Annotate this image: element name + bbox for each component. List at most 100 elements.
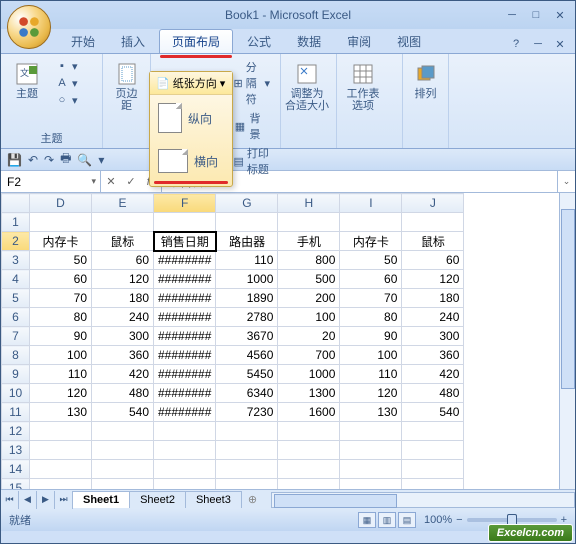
cell-G2[interactable]: 路由器 xyxy=(216,232,278,251)
cell-D2[interactable]: 内存卡 xyxy=(30,232,92,251)
cell-H11[interactable]: 1600 xyxy=(278,403,340,422)
cell-I1[interactable] xyxy=(340,213,402,232)
cell-F8[interactable]: ######## xyxy=(154,346,216,365)
tab-view[interactable]: 视图 xyxy=(385,30,433,53)
sheet-tab-2[interactable]: Sheet2 xyxy=(129,491,186,508)
col-header-E[interactable]: E xyxy=(92,194,154,213)
cell-I8[interactable]: 100 xyxy=(340,346,402,365)
cell-D1[interactable] xyxy=(30,213,92,232)
cell-H8[interactable]: 700 xyxy=(278,346,340,365)
scale-to-fit-button[interactable]: 调整为 合适大小 xyxy=(287,58,327,145)
select-all[interactable] xyxy=(2,194,30,213)
qat-save[interactable]: 💾 xyxy=(7,153,22,167)
cell-G12[interactable] xyxy=(216,422,278,441)
cell-G10[interactable]: 6340 xyxy=(216,384,278,403)
cell-H10[interactable]: 1300 xyxy=(278,384,340,403)
fx-accept[interactable]: ✓ xyxy=(121,171,141,192)
name-box[interactable]: F2 xyxy=(1,171,101,192)
cell-J8[interactable]: 360 xyxy=(402,346,464,365)
qat-print[interactable]: 🖶 xyxy=(60,149,71,170)
cell-I4[interactable]: 60 xyxy=(340,270,402,289)
cell-F1[interactable] xyxy=(154,213,216,232)
cell-F12[interactable] xyxy=(154,422,216,441)
zoom-level[interactable]: 100% xyxy=(424,514,452,526)
orientation-landscape[interactable]: 横向 xyxy=(150,141,232,181)
cell-G7[interactable]: 3670 xyxy=(216,327,278,346)
cell-H7[interactable]: 20 xyxy=(278,327,340,346)
qat-more[interactable]: ▾ xyxy=(98,153,104,167)
cell-H14[interactable] xyxy=(278,460,340,479)
cell-D3[interactable]: 50 xyxy=(30,251,92,270)
cell-I3[interactable]: 50 xyxy=(340,251,402,270)
ribbon-min-button[interactable]: ─ xyxy=(529,35,547,53)
cell-I7[interactable]: 90 xyxy=(340,327,402,346)
sheet-nav-prev[interactable]: ◀ xyxy=(19,491,37,509)
cell-E5[interactable]: 180 xyxy=(92,289,154,308)
sheet-tab-1[interactable]: Sheet1 xyxy=(72,491,130,508)
view-layout[interactable]: ▥ xyxy=(378,512,396,528)
sheet-nav-last[interactable]: ⏭ xyxy=(55,491,73,509)
cell-E3[interactable]: 60 xyxy=(92,251,154,270)
row-header-10[interactable]: 10 xyxy=(2,384,30,403)
zoom-out[interactable]: − xyxy=(456,514,462,526)
cell-J12[interactable] xyxy=(402,422,464,441)
cell-H13[interactable] xyxy=(278,441,340,460)
sheet-insert[interactable]: ⊕ xyxy=(242,493,263,506)
cell-H6[interactable]: 100 xyxy=(278,308,340,327)
cell-E11[interactable]: 540 xyxy=(92,403,154,422)
cell-H2[interactable]: 手机 xyxy=(278,232,340,251)
row-header-11[interactable]: 11 xyxy=(2,403,30,422)
sheet-nav-first[interactable]: ⏮ xyxy=(1,491,19,509)
cell-G11[interactable]: 7230 xyxy=(216,403,278,422)
tab-insert[interactable]: 插入 xyxy=(109,30,157,53)
office-button[interactable] xyxy=(7,5,51,49)
cell-E13[interactable] xyxy=(92,441,154,460)
cell-D9[interactable]: 110 xyxy=(30,365,92,384)
row-header-1[interactable]: 1 xyxy=(2,213,30,232)
cell-J3[interactable]: 60 xyxy=(402,251,464,270)
cell-E7[interactable]: 300 xyxy=(92,327,154,346)
cell-F11[interactable]: ######## xyxy=(154,403,216,422)
tab-data[interactable]: 数据 xyxy=(285,30,333,53)
row-header-6[interactable]: 6 xyxy=(2,308,30,327)
ribbon-close-button[interactable]: ✕ xyxy=(551,35,569,53)
cell-I12[interactable] xyxy=(340,422,402,441)
cell-F5[interactable]: ######## xyxy=(154,289,216,308)
cell-G8[interactable]: 4560 xyxy=(216,346,278,365)
cell-D5[interactable]: 70 xyxy=(30,289,92,308)
cell-D7[interactable]: 90 xyxy=(30,327,92,346)
col-header-J[interactable]: J xyxy=(402,194,464,213)
cell-I2[interactable]: 内存卡 xyxy=(340,232,402,251)
row-header-13[interactable]: 13 xyxy=(2,441,30,460)
cell-H3[interactable]: 800 xyxy=(278,251,340,270)
cell-D13[interactable] xyxy=(30,441,92,460)
row-header-3[interactable]: 3 xyxy=(2,251,30,270)
cell-D4[interactable]: 60 xyxy=(30,270,92,289)
view-normal[interactable]: ▦ xyxy=(358,512,376,528)
cell-F7[interactable]: ######## xyxy=(154,327,216,346)
cell-F10[interactable]: ######## xyxy=(154,384,216,403)
cell-G14[interactable] xyxy=(216,460,278,479)
tab-page-layout[interactable]: 页面布局 xyxy=(159,29,233,53)
cell-I13[interactable] xyxy=(340,441,402,460)
row-header-4[interactable]: 4 xyxy=(2,270,30,289)
cell-J4[interactable]: 120 xyxy=(402,270,464,289)
cell-J13[interactable] xyxy=(402,441,464,460)
view-pagebreak[interactable]: ▤ xyxy=(398,512,416,528)
qat-redo[interactable]: ↷ xyxy=(44,153,54,167)
row-header-14[interactable]: 14 xyxy=(2,460,30,479)
margins-button[interactable]: 页边距 xyxy=(109,58,144,145)
orientation-portrait[interactable]: 纵向 xyxy=(150,95,232,141)
cell-E2[interactable]: 鼠标 xyxy=(92,232,154,251)
cell-H9[interactable]: 1000 xyxy=(278,365,340,384)
cell-J5[interactable]: 180 xyxy=(402,289,464,308)
cell-D14[interactable] xyxy=(30,460,92,479)
cell-H12[interactable] xyxy=(278,422,340,441)
cell-F6[interactable]: ######## xyxy=(154,308,216,327)
cell-I14[interactable] xyxy=(340,460,402,479)
horizontal-scrollbar[interactable] xyxy=(271,492,575,508)
cell-E6[interactable]: 240 xyxy=(92,308,154,327)
theme-effects[interactable]: ○▾ xyxy=(51,92,82,108)
cell-G5[interactable]: 1890 xyxy=(216,289,278,308)
tab-review[interactable]: 审阅 xyxy=(335,30,383,53)
